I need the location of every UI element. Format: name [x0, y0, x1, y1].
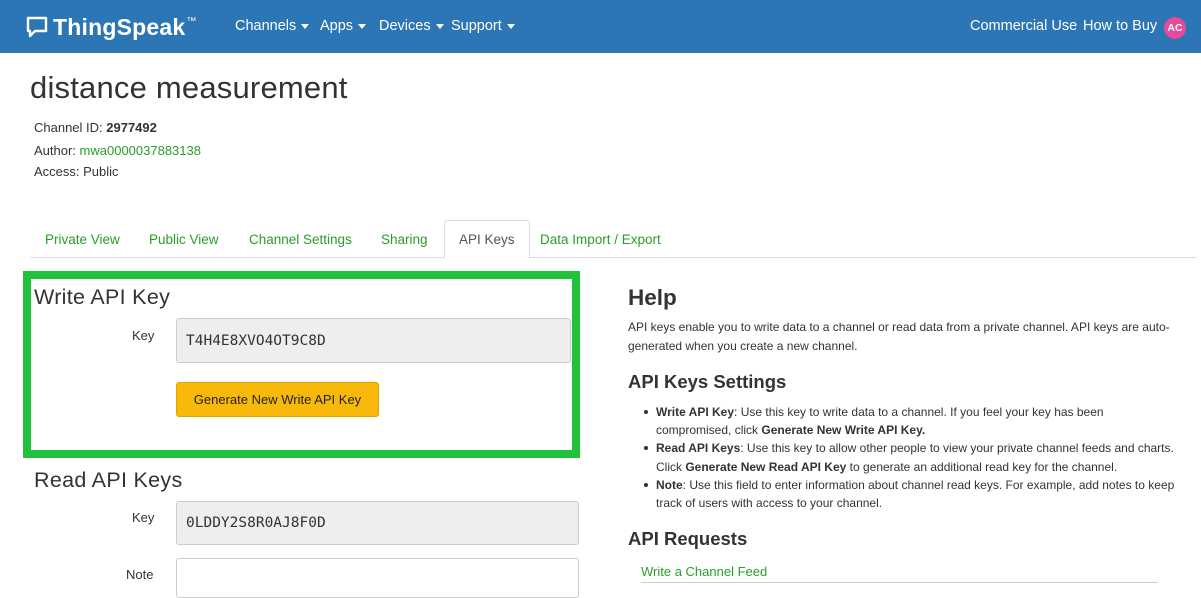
tab-sharing[interactable]: Sharing [381, 220, 428, 258]
nav-commercial-use-label: Commercial Use [970, 18, 1078, 34]
api-keys-settings-list: Write API Key: Use this key to write dat… [641, 403, 1181, 512]
access-label: Access: [34, 164, 84, 179]
user-avatar[interactable]: AC [1164, 17, 1186, 39]
nav-channels[interactable]: Channels [235, 18, 310, 34]
write-api-key-field[interactable]: T4H4E8XVO4OT9C8D [176, 318, 571, 363]
api-keys-settings-heading: API Keys Settings [628, 371, 787, 392]
caret-down-icon [358, 23, 367, 29]
access-value: Public [83, 164, 119, 179]
brand-logo[interactable]: ThingSpeak ™ [26, 12, 196, 42]
channel-tabs: Private View Public View Channel Setting… [30, 220, 1196, 259]
write-channel-feed-link[interactable]: Write a Channel Feed [641, 564, 767, 579]
tab-data-import-export[interactable]: Data Import / Export [540, 220, 661, 258]
note-field[interactable] [176, 558, 579, 598]
nav-how-to-buy[interactable]: How to Buy [1083, 18, 1157, 34]
read-keys-heading: Read API Keys [34, 468, 183, 492]
tab-public-view[interactable]: Public View [149, 220, 219, 258]
read-api-key-field[interactable]: 0LDDY2S8R0AJ8F0D [176, 501, 579, 545]
channel-id-row: Channel ID: 2977492 [34, 120, 157, 135]
help-heading: Help [628, 285, 677, 310]
nav-apps[interactable]: Apps [320, 18, 367, 34]
author-link[interactable]: mwa0000037883138 [80, 143, 201, 158]
nav-support[interactable]: Support [451, 18, 515, 34]
item-term: Note [656, 477, 683, 492]
write-key-label: Key [132, 328, 155, 343]
author-label: Author: [34, 143, 80, 158]
nav-support-label: Support [451, 18, 502, 34]
item-text-2: to generate an additional read key for t… [846, 459, 1118, 474]
note-label: Note [126, 567, 154, 582]
divider [641, 582, 1158, 583]
top-navbar: ThingSpeak ™ Channels Apps Devices Suppor… [0, 0, 1201, 53]
tab-api-keys[interactable]: API Keys [444, 220, 530, 259]
page-title: distance measurement [30, 70, 348, 105]
nav-devices-label: Devices [379, 18, 431, 34]
brand-name: ThingSpeak [53, 13, 186, 40]
list-item: Note: Use this field to enter informatio… [641, 476, 1181, 512]
tab-private-view[interactable]: Private View [45, 220, 120, 258]
api-requests-heading: API Requests [628, 528, 748, 549]
channel-id-label: Channel ID: [34, 120, 107, 135]
nav-how-to-buy-label: How to Buy [1083, 18, 1158, 34]
read-key-label: Key [132, 510, 155, 525]
caret-down-icon [435, 23, 444, 29]
list-item: Read API Keys: Use this key to allow oth… [641, 439, 1181, 475]
nav-channels-label: Channels [235, 18, 297, 34]
channel-id-value: 2977492 [106, 120, 157, 135]
caret-down-icon [506, 23, 515, 29]
nav-commercial-use[interactable]: Commercial Use [970, 18, 1077, 34]
brand-trademark: ™ [186, 15, 197, 27]
tab-channel-settings[interactable]: Channel Settings [249, 220, 352, 258]
nav-apps-label: Apps [320, 18, 354, 34]
access-row: Access: Public [34, 164, 119, 179]
item-term-2: Generate New Read API Key [685, 459, 847, 474]
author-row: Author: mwa0000037883138 [34, 143, 201, 158]
item-term: Read API Keys [656, 441, 741, 456]
item-term: Write API Key [656, 405, 735, 419]
speech-bubble-icon [26, 16, 48, 38]
item-term-2: Generate New Write API Key. [761, 423, 926, 438]
write-key-heading: Write API Key [34, 285, 171, 309]
generate-write-key-button[interactable]: Generate New Write API Key [176, 382, 379, 417]
item-text: : Use this field to enter information ab… [656, 477, 1175, 511]
list-item: Write API Key: Use this key to write dat… [641, 403, 1181, 439]
nav-devices[interactable]: Devices [379, 18, 444, 34]
help-intro: API keys enable you to write data to a c… [628, 320, 1170, 353]
caret-down-icon [301, 23, 310, 29]
